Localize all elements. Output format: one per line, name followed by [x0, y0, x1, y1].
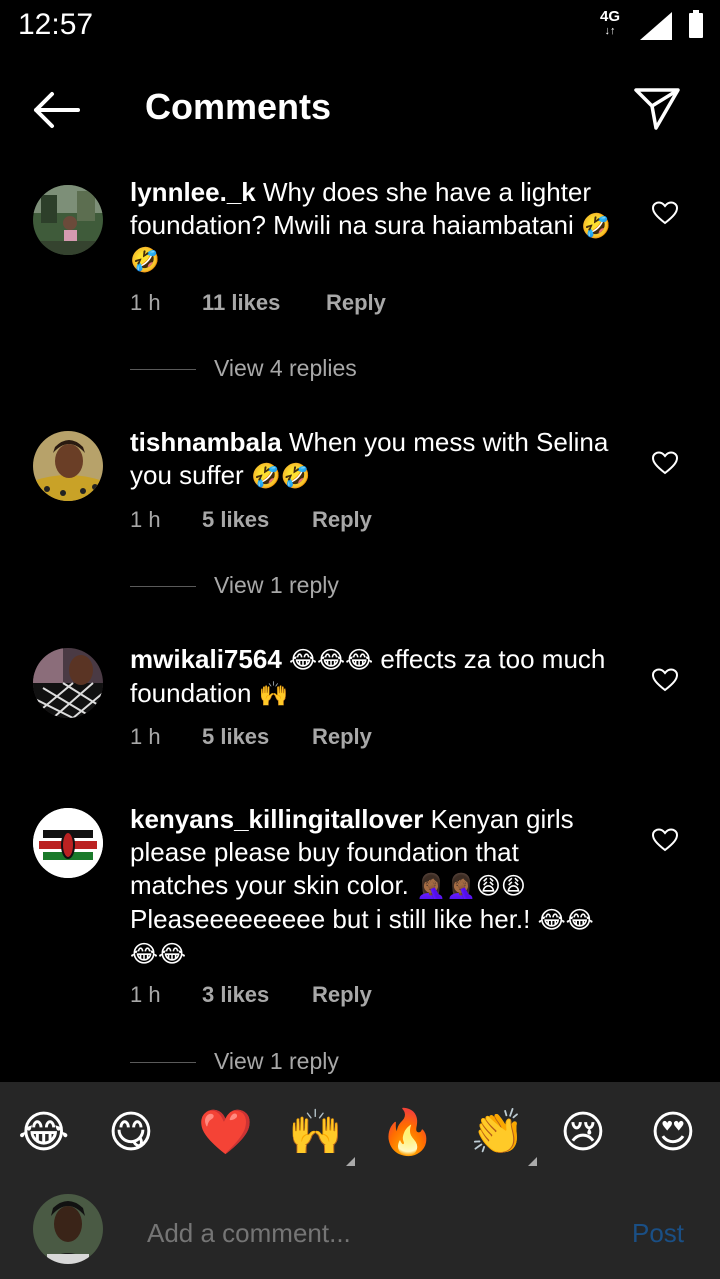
like-heart-icon[interactable]	[652, 668, 678, 692]
view-replies-label: View 1 reply	[214, 1048, 339, 1074]
comment-input-bar: Post	[0, 1182, 720, 1279]
likes-count[interactable]: 11 likes	[202, 290, 280, 316]
page-title: Comments	[145, 86, 332, 127]
reply-button[interactable]: Reply	[326, 290, 386, 316]
likes-count[interactable]: 5 likes	[202, 724, 269, 750]
quick-emoji-bar: 😂 😋 ❤️ 🙌 🔥 👏 😢 😍	[0, 1082, 720, 1182]
avatar[interactable]	[33, 808, 103, 878]
status-bar: 12:57 4G ↓↑	[0, 0, 720, 50]
comment-composer: 😂 😋 ❤️ 🙌 🔥 👏 😢 😍 Post	[0, 1082, 720, 1279]
comment-emoji-inline: 🤦🏾‍♀️🤦🏾‍♀️😩😩	[416, 873, 526, 900]
comment-username[interactable]: kenyans_killingitallover	[130, 804, 423, 834]
skin-tone-indicator	[345, 1157, 355, 1166]
like-heart-icon[interactable]	[652, 201, 678, 225]
comment-time: 1 h	[130, 724, 161, 749]
divider	[130, 369, 196, 370]
avatar[interactable]	[33, 185, 103, 255]
emoji-clap-glyph: 👏	[470, 1108, 525, 1157]
comment-input[interactable]	[145, 1212, 609, 1254]
like-heart-icon[interactable]	[652, 828, 678, 852]
status-time: 12:57	[18, 8, 94, 41]
emoji-fire[interactable]: 🔥	[380, 1108, 435, 1158]
comment-text: lynnlee._k Why does she have a lighter f…	[130, 176, 620, 277]
battery-icon	[689, 10, 703, 38]
comment-emoji: 🙌	[258, 681, 289, 708]
avatar[interactable]	[33, 648, 103, 718]
comment-username[interactable]: lynnlee._k	[130, 177, 256, 207]
network-type: 4G	[600, 8, 621, 25]
comment-time: 1 h	[130, 290, 161, 315]
comment-message-2: Pleaseeeeeeeee but i still like her.!	[130, 904, 531, 934]
comment-text: mwikali7564 😂😂😂 effects za too much foun…	[130, 643, 620, 711]
post-button[interactable]: Post	[632, 1218, 684, 1249]
header: Comments	[0, 60, 720, 160]
emoji-heart-eyes[interactable]: 😍	[650, 1108, 696, 1158]
network-indicator: 4G ↓↑	[600, 8, 621, 38]
direct-share-icon[interactable]	[632, 84, 682, 134]
reply-button[interactable]: Reply	[312, 507, 372, 533]
likes-count[interactable]: 5 likes	[202, 507, 269, 533]
emoji-crying[interactable]: 😢	[560, 1108, 606, 1158]
my-avatar	[33, 1194, 103, 1264]
view-replies-label: View 4 replies	[214, 355, 357, 381]
reply-button[interactable]: Reply	[312, 724, 372, 750]
reply-button[interactable]: Reply	[312, 982, 372, 1008]
comment-emoji-inline: 😂😂😂	[289, 647, 374, 674]
view-replies-label: View 1 reply	[214, 572, 339, 598]
data-arrows-icon: ↓↑	[604, 25, 616, 37]
comment-text: kenyans_killingitallover Kenyan girls pl…	[130, 803, 620, 971]
likes-count[interactable]: 3 likes	[202, 982, 269, 1008]
comment-emoji: 🤣🤣	[250, 463, 311, 490]
emoji-raised-hands-glyph: 🙌	[288, 1108, 343, 1157]
like-heart-icon[interactable]	[652, 451, 678, 475]
signal-icon	[640, 12, 672, 40]
comment-text: tishnambala When you mess with Selina yo…	[130, 426, 620, 493]
emoji-heart[interactable]: ❤️	[198, 1108, 253, 1158]
comment-username[interactable]: tishnambala	[130, 427, 282, 457]
divider	[130, 1062, 196, 1063]
emoji-tears-of-joy[interactable]: 😂	[18, 1108, 69, 1158]
emoji-yum[interactable]: 😋	[108, 1108, 154, 1158]
comment-time: 1 h	[130, 982, 161, 1007]
divider	[130, 586, 196, 587]
skin-tone-indicator	[527, 1157, 537, 1166]
comment-username[interactable]: mwikali7564	[130, 644, 282, 674]
comment-time: 1 h	[130, 507, 161, 532]
emoji-clap[interactable]: 👏	[470, 1108, 537, 1166]
back-arrow-icon[interactable]	[30, 88, 82, 132]
emoji-raised-hands[interactable]: 🙌	[288, 1108, 355, 1166]
avatar[interactable]	[33, 431, 103, 501]
